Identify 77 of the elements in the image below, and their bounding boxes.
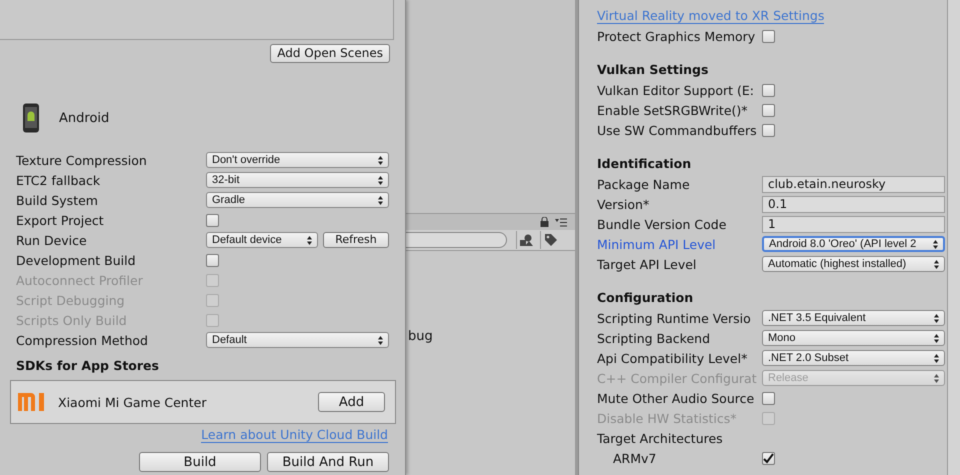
updown-arrows-icon bbox=[934, 260, 939, 268]
dropdown[interactable]: Don't override bbox=[206, 152, 389, 168]
setting-label: Scripting Runtime Versio bbox=[597, 310, 752, 326]
checkbox[interactable] bbox=[762, 104, 775, 116]
setting-label: Api Compatibility Level* bbox=[597, 350, 748, 366]
updown-arrows-icon bbox=[934, 334, 939, 342]
updown-arrows-icon bbox=[934, 354, 939, 362]
setting-label: Package Name bbox=[597, 176, 691, 192]
dropdown[interactable]: Automatic (highest installed) bbox=[762, 256, 945, 272]
setting-label: Disable HW Statistics* bbox=[597, 410, 738, 426]
checkbox[interactable] bbox=[762, 452, 775, 464]
dropdown[interactable]: Mono bbox=[762, 330, 945, 346]
setting-label: Mute Other Audio Source bbox=[597, 390, 756, 406]
setting-label: Run Device bbox=[16, 232, 88, 248]
dropdown[interactable]: Gradle bbox=[206, 192, 389, 208]
checkbox[interactable] bbox=[762, 124, 775, 136]
setting-label: Bundle Version Code bbox=[597, 216, 728, 232]
section-heading: Configuration bbox=[597, 289, 694, 307]
setting-label: Scripts Only Build bbox=[16, 312, 128, 328]
setting-label: Enable SetSRGBWrite()* bbox=[597, 102, 749, 118]
text-field[interactable]: 0.1 bbox=[762, 196, 945, 212]
updown-arrows-icon bbox=[934, 314, 939, 322]
setting-label: Texture Compression bbox=[16, 152, 148, 168]
setting-label: Version* bbox=[597, 196, 650, 212]
sdk-name: Xiaomi Mi Game Center bbox=[58, 394, 208, 410]
setting-label: Target API Level bbox=[597, 256, 698, 272]
checkbox[interactable] bbox=[762, 84, 775, 96]
updown-arrows-icon bbox=[378, 196, 383, 204]
menu-icon[interactable] bbox=[555, 218, 567, 226]
refresh-button[interactable]: Refresh bbox=[323, 232, 389, 248]
lock-icon[interactable] bbox=[540, 217, 549, 227]
setting-label: ETC2 fallback bbox=[16, 172, 102, 188]
text-field[interactable]: club.etain.neurosky bbox=[762, 176, 945, 192]
setting-label: Autoconnect Profiler bbox=[16, 272, 144, 288]
logo-icon bbox=[18, 393, 46, 411]
setting-label: Compression Method bbox=[16, 332, 149, 348]
dropdown[interactable]: 32-bit bbox=[206, 172, 389, 188]
scrollbar[interactable] bbox=[947, 0, 960, 475]
checkbox[interactable] bbox=[206, 214, 219, 226]
dropdown[interactable]: .NET 3.5 Equivalent bbox=[762, 310, 945, 326]
setting-label: Vulkan Editor Support (E: bbox=[597, 82, 756, 98]
setting-label: ARMv7 bbox=[612, 450, 658, 466]
section-heading: Identification bbox=[597, 155, 692, 173]
build-button[interactable]: Build And Run bbox=[267, 452, 389, 472]
section-heading: SDKs for App Stores bbox=[15, 357, 160, 375]
checkbox[interactable] bbox=[206, 254, 219, 266]
updown-arrows-icon bbox=[934, 374, 939, 382]
text-field[interactable]: 1 bbox=[762, 216, 945, 232]
console-text: bug bbox=[407, 329, 433, 344]
setting-label: Protect Graphics Memory bbox=[597, 28, 756, 44]
setting-label: Target Architectures bbox=[597, 430, 724, 446]
add-button[interactable]: Add bbox=[318, 392, 385, 412]
search-field[interactable] bbox=[406, 232, 507, 248]
platform-name: Android bbox=[59, 110, 110, 126]
updown-arrows-icon bbox=[378, 176, 383, 184]
setting-label: C++ Compiler Configurat bbox=[597, 370, 758, 386]
setting-label: Script Debugging bbox=[16, 292, 126, 308]
updown-arrows-icon bbox=[307, 236, 312, 244]
setting-label: Build System bbox=[16, 192, 99, 208]
build-button[interactable]: Build bbox=[139, 452, 261, 472]
setting-label: Use SW Commandbuffers bbox=[597, 122, 758, 138]
checkbox[interactable] bbox=[762, 30, 775, 42]
setting-label: Minimum API Level bbox=[597, 236, 717, 252]
setting-label: Export Project bbox=[16, 212, 105, 228]
updown-arrows-icon bbox=[378, 156, 383, 164]
setting-label: Scripting Backend bbox=[597, 330, 712, 346]
section-heading: Vulkan Settings bbox=[597, 61, 710, 79]
updown-arrows-icon bbox=[933, 240, 938, 248]
dropdown[interactable]: Default device bbox=[206, 232, 318, 248]
checkbox[interactable] bbox=[762, 392, 775, 404]
add-open-scenes-button[interactable]: Add Open Scenes bbox=[270, 44, 390, 63]
dropdown[interactable]: Android 8.0 'Oreo' (API level 2 bbox=[762, 236, 945, 252]
dropdown[interactable]: Default bbox=[206, 332, 389, 348]
setting-label: Development Build bbox=[16, 252, 137, 268]
dropdown[interactable]: .NET 2.0 Subset bbox=[762, 350, 945, 366]
phone-icon bbox=[22, 103, 40, 133]
updown-arrows-icon bbox=[378, 336, 383, 344]
